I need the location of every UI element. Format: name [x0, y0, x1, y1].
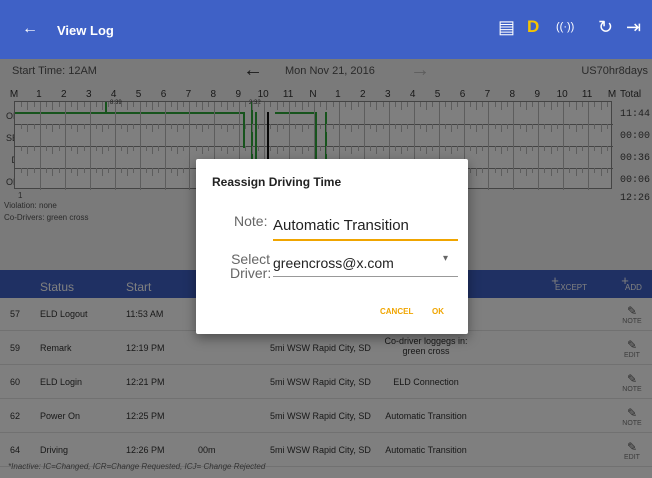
select-driver-label: Select Driver:	[230, 251, 272, 281]
dialog-title: Reassign Driving Time	[212, 175, 342, 189]
dropdown-caret-icon: ▾	[442, 253, 448, 264]
logout-icon[interactable]: ⇥	[626, 17, 641, 38]
reassign-driving-dialog: Reassign Driving Time Note: Select Drive…	[196, 159, 468, 334]
message-icon[interactable]: ▤	[498, 17, 515, 38]
note-label: Note:	[234, 213, 268, 229]
page-title: View Log	[57, 23, 114, 38]
wireless-icon[interactable]: ((·))	[556, 21, 574, 33]
cancel-button[interactable]: CANCEL	[380, 307, 413, 316]
app-bar: ← View Log ▤ D ((·)) ↻ ⇥	[0, 0, 652, 59]
note-input[interactable]	[273, 211, 458, 241]
driver-badge-icon[interactable]: D	[527, 17, 539, 37]
driver-select-value: greencross@x.com	[273, 255, 394, 271]
back-arrow-icon[interactable]: ←	[22, 20, 38, 38]
refresh-icon[interactable]: ↻	[598, 17, 613, 38]
driver-select[interactable]: greencross@x.com ▾	[273, 253, 458, 277]
ok-button[interactable]: OK	[432, 307, 444, 316]
